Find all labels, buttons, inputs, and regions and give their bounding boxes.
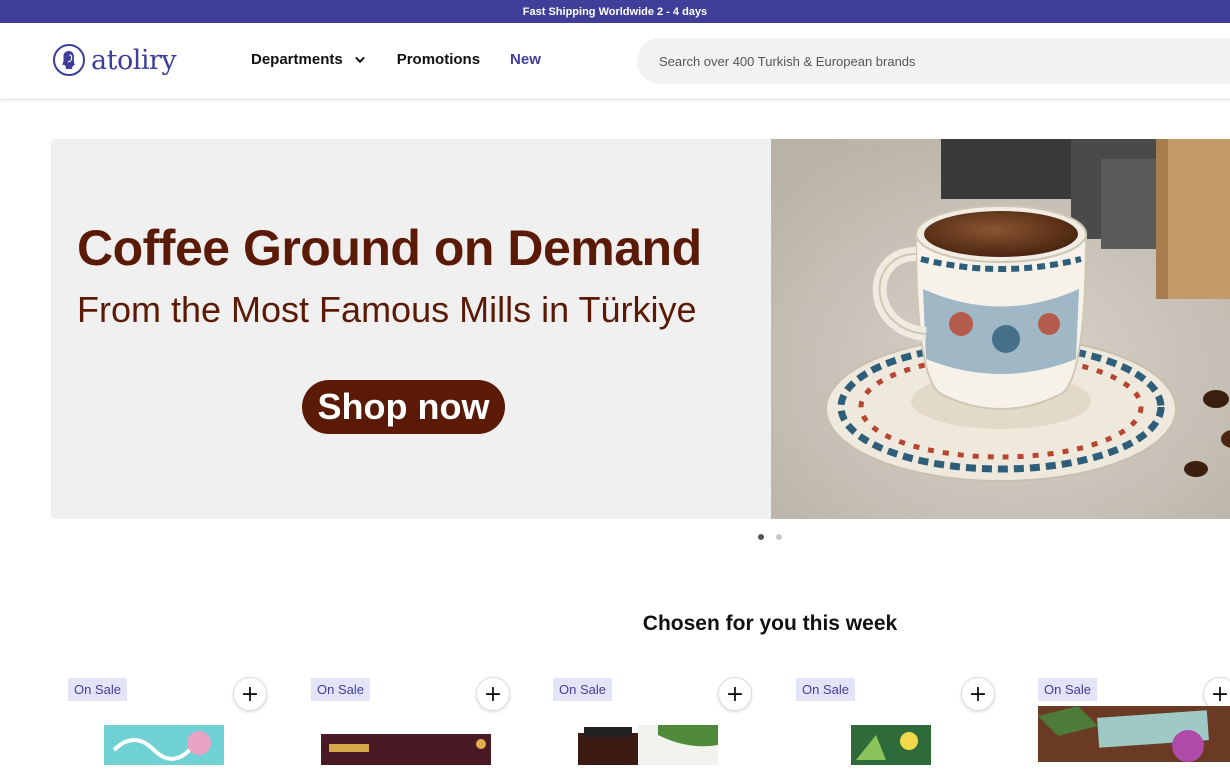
hero-subtitle: From the Most Famous Mills in Türkiye (77, 289, 697, 330)
product-card[interactable]: On Sale + (553, 675, 753, 775)
plus-icon: + (483, 681, 503, 707)
search-input[interactable] (659, 53, 1159, 69)
add-to-cart-button[interactable]: + (476, 677, 510, 711)
product-image (104, 725, 224, 765)
site-header: atoliry Departments Promotions New (0, 23, 1230, 100)
hero-banner[interactable]: Coffee Ground on Demand From the Most Fa… (51, 139, 1230, 519)
product-card[interactable]: On Sale + (796, 675, 996, 775)
logo-wordmark: atoliry (91, 44, 177, 76)
shipping-announcement-text: Fast Shipping Worldwide 2 - 4 days (522, 5, 708, 18)
add-to-cart-button[interactable]: + (233, 677, 267, 711)
main-nav: Departments Promotions New (251, 51, 541, 68)
plus-icon: + (968, 681, 988, 707)
section-title: Chosen for you this week (642, 612, 898, 635)
add-to-cart-button[interactable]: + (718, 677, 752, 711)
nav-promotions[interactable]: Promotions (397, 51, 480, 68)
product-image (1038, 706, 1230, 762)
product-image (851, 725, 931, 765)
on-sale-badge: On Sale (796, 678, 855, 701)
plus-icon: + (240, 681, 260, 707)
shop-now-button[interactable]: Shop now (302, 380, 505, 434)
hero-title: Coffee Ground on Demand (77, 220, 702, 276)
carousel-dot-1[interactable] (758, 534, 764, 540)
chevron-down-icon (355, 56, 365, 63)
product-card[interactable]: On Sale + (1038, 675, 1230, 775)
carousel-dot-2[interactable] (776, 534, 782, 540)
nav-new-label: New (510, 51, 541, 68)
turkish-coffee-cup-image (771, 139, 1230, 519)
plus-icon: + (725, 681, 745, 707)
logo-portrait-icon (53, 44, 85, 76)
product-card[interactable]: On Sale + (68, 675, 268, 775)
nav-promotions-label: Promotions (396, 51, 481, 68)
product-image (578, 725, 718, 765)
nav-departments-label: Departments (251, 51, 343, 68)
plus-icon: + (1210, 681, 1230, 707)
product-card[interactable]: On Sale + (311, 675, 511, 775)
on-sale-badge: On Sale (1038, 678, 1097, 701)
nav-new[interactable]: New (510, 51, 541, 68)
site-logo[interactable]: atoliry (53, 44, 177, 76)
carousel-indicators (758, 534, 782, 540)
product-image (321, 734, 491, 765)
nav-departments[interactable]: Departments (251, 51, 365, 68)
search-bar (637, 38, 1230, 84)
on-sale-badge: On Sale (311, 678, 370, 701)
on-sale-badge: On Sale (68, 678, 127, 701)
add-to-cart-button[interactable]: + (961, 677, 995, 711)
on-sale-badge: On Sale (553, 678, 612, 701)
shipping-announcement-bar: Fast Shipping Worldwide 2 - 4 days (0, 0, 1230, 23)
